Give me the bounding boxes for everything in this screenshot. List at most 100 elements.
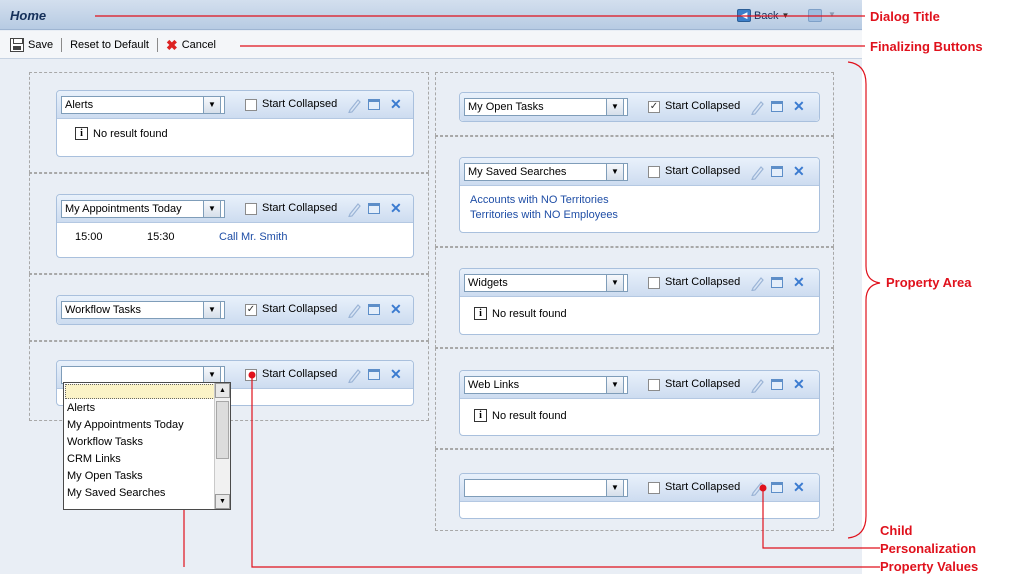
maximize-icon[interactable]	[771, 482, 783, 493]
start-collapsed-checkbox[interactable]	[245, 369, 257, 381]
close-icon[interactable]: ✕	[390, 366, 402, 383]
pencil-icon[interactable]	[750, 377, 764, 393]
widget-my-saved-searches: My Saved Searches ▼ Start Collapsed ✕ Ac…	[459, 157, 820, 233]
pencil-icon[interactable]	[347, 201, 361, 217]
maximize-icon[interactable]	[368, 304, 380, 315]
widget-header: My Saved Searches ▼ Start Collapsed ✕	[460, 158, 819, 186]
appointment-link[interactable]: Call Mr. Smith	[219, 231, 287, 243]
start-collapsed-checkbox[interactable]: ✓	[245, 304, 257, 316]
pencil-icon[interactable]	[750, 480, 764, 496]
start-collapsed-checkbox[interactable]	[648, 166, 660, 178]
scroll-down-icon[interactable]: ▼	[215, 494, 230, 509]
start-collapsed-checkbox[interactable]: ✓	[648, 101, 660, 113]
close-icon[interactable]: ✕	[390, 200, 402, 217]
widget-type-select[interactable]: Web Links	[464, 376, 628, 394]
start-collapsed-checkbox[interactable]	[245, 99, 257, 111]
scrollbar-thumb[interactable]	[216, 401, 229, 459]
chevron-down-icon[interactable]: ▼	[606, 479, 624, 497]
widget-alerts: Alerts ▼ Start Collapsed ✕ i No result f…	[56, 90, 414, 157]
pencil-icon[interactable]	[347, 367, 361, 383]
widget-appointments: My Appointments Today ▼ Start Collapsed …	[56, 194, 414, 258]
chevron-down-icon[interactable]: ▼	[203, 301, 221, 319]
widget-type-select[interactable]: My Appointments Today	[61, 200, 225, 218]
reset-to-default-button[interactable]: Reset to Default	[70, 39, 149, 51]
widget-header: ▼ Start Collapsed ✕	[460, 474, 819, 502]
start-collapsed-checkbox[interactable]	[245, 203, 257, 215]
chevron-down-icon[interactable]: ▼	[203, 96, 221, 114]
pencil-icon[interactable]	[750, 99, 764, 115]
toolbar-divider	[61, 37, 63, 52]
start-collapsed-checkbox[interactable]	[648, 379, 660, 391]
widget-header: My Open Tasks ▼ ✓ Start Collapsed ✕	[460, 93, 819, 121]
start-collapsed-checkbox[interactable]	[648, 277, 660, 289]
dropdown-option-empty[interactable]	[65, 384, 229, 399]
cancel-label: Cancel	[181, 38, 216, 51]
maximize-icon[interactable]	[368, 203, 380, 214]
chevron-down-icon: ▼	[781, 11, 790, 20]
chevron-down-icon[interactable]: ▼	[606, 163, 624, 181]
empty-result-text: No result found	[93, 127, 168, 140]
maximize-icon[interactable]	[771, 277, 783, 288]
dropdown-option[interactable]: Workflow Tasks	[64, 434, 230, 451]
pencil-icon[interactable]	[347, 302, 361, 318]
chevron-down-icon[interactable]: ▼	[606, 274, 624, 292]
maximize-icon[interactable]	[771, 379, 783, 390]
chevron-down-icon[interactable]: ▼	[828, 10, 836, 19]
widget-type-select[interactable]: My Open Tasks	[464, 98, 628, 116]
maximize-icon[interactable]	[771, 166, 783, 177]
annotation-dialog-title: Dialog Title	[870, 9, 940, 24]
dropdown-option[interactable]: My Open Tasks	[64, 468, 230, 485]
widget-body: i No result found	[57, 119, 413, 148]
save-button[interactable]: Save	[10, 37, 53, 52]
chevron-down-icon[interactable]: ▼	[203, 200, 221, 218]
widget-type-select[interactable]	[464, 479, 628, 497]
back-button[interactable]: ◀ Back ▼	[737, 9, 789, 22]
dialog-titlebar: Home ◀ Back ▼ ▼	[0, 0, 862, 30]
chevron-down-icon[interactable]: ▼	[606, 98, 624, 116]
dialog-window: Home ◀ Back ▼ ▼ Save Reset to Default ✖ …	[0, 0, 862, 574]
empty-result: i No result found	[474, 409, 811, 422]
dropdown-option[interactable]: CRM Links	[64, 451, 230, 468]
maximize-icon[interactable]	[771, 101, 783, 112]
close-icon[interactable]: ✕	[793, 274, 805, 291]
widget-body: 15:00 15:30 Call Mr. Smith	[57, 223, 413, 251]
widget-body: i No result found	[460, 297, 819, 328]
close-icon[interactable]: ✕	[390, 96, 402, 113]
pencil-icon[interactable]	[347, 97, 361, 113]
chevron-down-icon[interactable]: ▼	[606, 376, 624, 394]
scroll-up-icon[interactable]: ▲	[215, 383, 230, 398]
annotation-finalizing-buttons: Finalizing Buttons	[870, 39, 983, 54]
widget-type-select[interactable]: Widgets	[464, 274, 628, 292]
pencil-icon[interactable]	[750, 164, 764, 180]
widget-type-select[interactable]: Workflow Tasks	[61, 301, 225, 319]
maximize-icon[interactable]	[368, 369, 380, 380]
saved-search-link[interactable]: Territories with NO Employees	[470, 208, 809, 223]
cancel-button[interactable]: ✖ Cancel	[166, 38, 216, 52]
widget-type-select[interactable]: Alerts	[61, 96, 225, 114]
dropdown-option[interactable]: Alerts	[64, 400, 230, 417]
reset-label: Reset to Default	[70, 38, 149, 51]
toolbar-divider	[156, 37, 158, 52]
widget-body: i No result found	[460, 399, 819, 430]
close-icon[interactable]: ✕	[793, 163, 805, 180]
maximize-icon[interactable]	[368, 99, 380, 110]
finalizing-toolbar: Save Reset to Default ✖ Cancel	[0, 31, 862, 59]
dropdown-option[interactable]: My Appointments Today	[64, 417, 230, 434]
close-icon[interactable]: ✕	[793, 376, 805, 393]
dropdown-scrollbar[interactable]: ▲ ▼	[214, 383, 230, 509]
pencil-icon[interactable]	[750, 275, 764, 291]
close-icon[interactable]: ✕	[793, 479, 805, 496]
info-icon: i	[75, 127, 88, 140]
close-icon[interactable]: ✕	[793, 98, 805, 115]
start-collapsed-label: Start Collapsed	[665, 378, 741, 390]
widget-type-dropdown-list[interactable]: Alerts My Appointments Today Workflow Ta…	[63, 382, 231, 510]
forward-icon[interactable]	[808, 9, 822, 22]
appointment-end: 15:30	[147, 231, 175, 243]
empty-result-text: No result found	[492, 307, 567, 320]
start-collapsed-checkbox[interactable]	[648, 482, 660, 494]
close-icon[interactable]: ✕	[390, 301, 402, 318]
annotation-property-values: Property Values	[880, 559, 979, 574]
dropdown-option[interactable]: My Saved Searches	[64, 485, 230, 502]
saved-search-link[interactable]: Accounts with NO Territories	[470, 193, 809, 208]
widget-type-select[interactable]: My Saved Searches	[464, 163, 628, 181]
